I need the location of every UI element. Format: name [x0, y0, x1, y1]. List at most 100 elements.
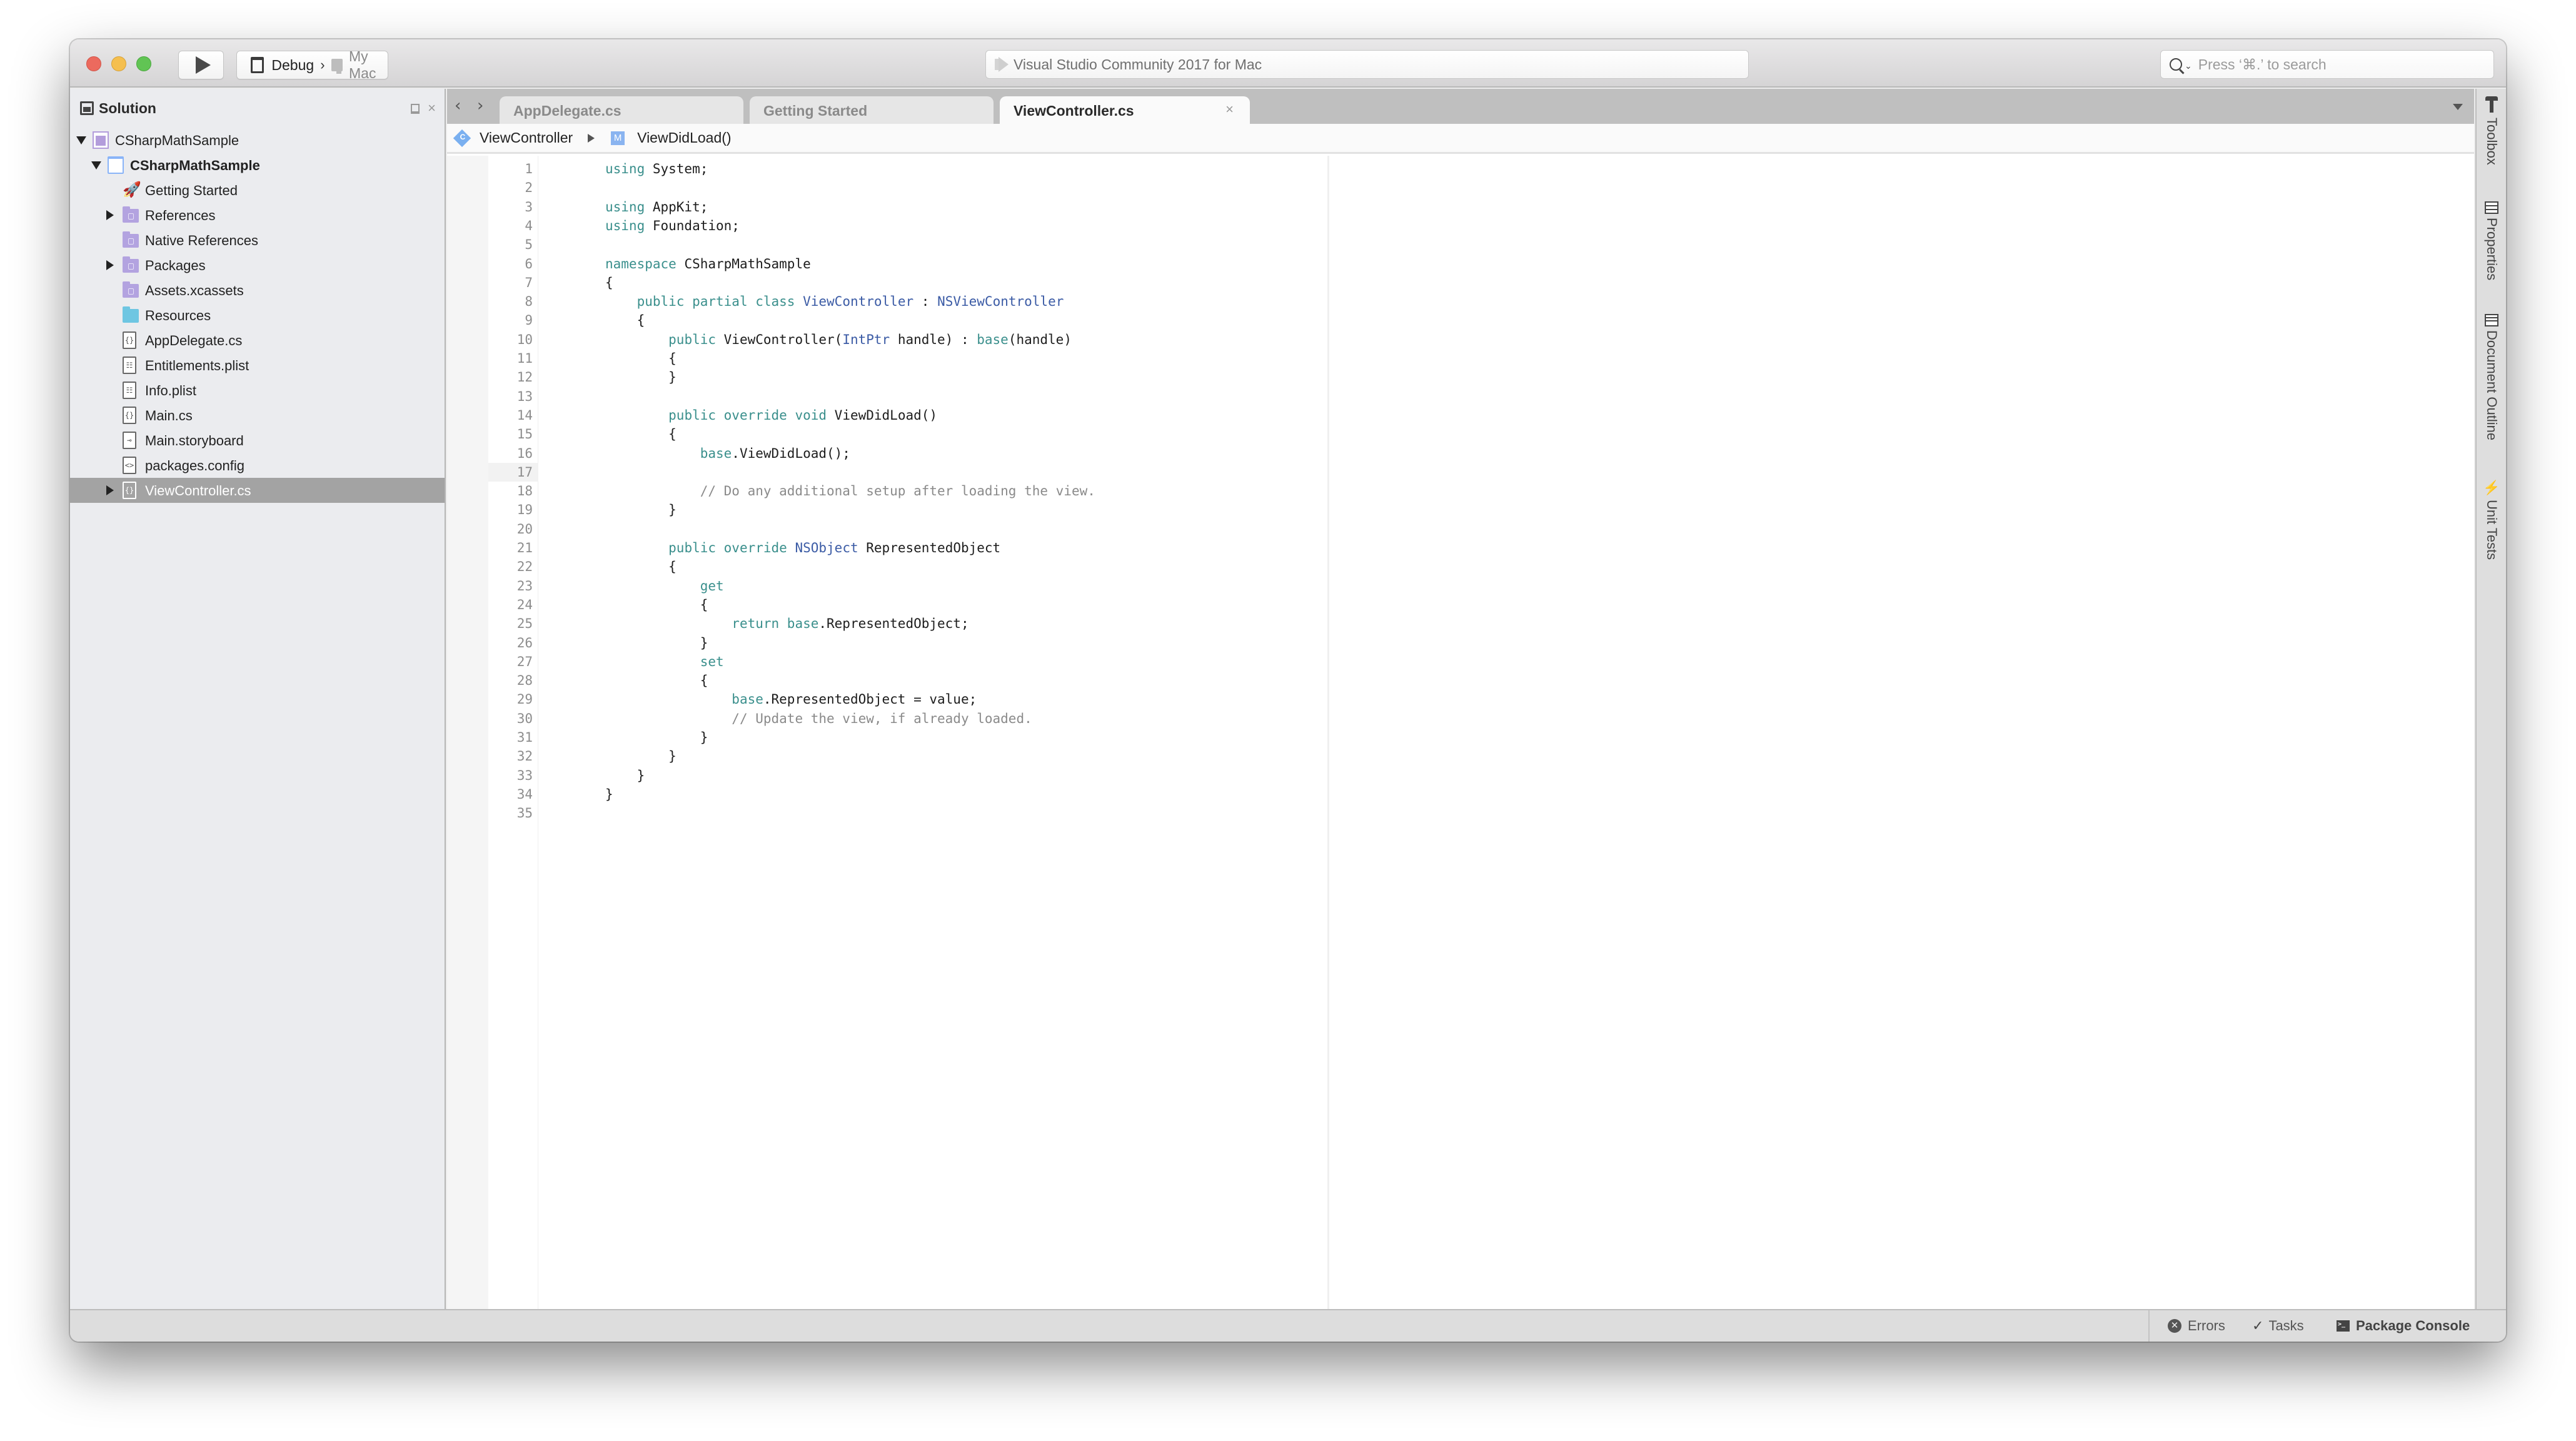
code-line: }: [605, 368, 677, 387]
code-token: {: [605, 559, 677, 575]
pad-tab-properties[interactable]: Properties: [2480, 201, 2503, 280]
tree-item[interactable]: CSharpMathSample: [70, 153, 445, 178]
navigate-back-button[interactable]: ‹: [455, 96, 461, 115]
disclosure-closed-icon[interactable]: [106, 260, 114, 270]
pad-tab-toolbox[interactable]: Toolbox: [2480, 96, 2503, 165]
code-token: get: [700, 578, 724, 594]
navigate-forward-button[interactable]: ›: [477, 96, 483, 115]
tree-item[interactable]: ☷ Entitlements.plist: [70, 353, 445, 378]
code-line: public ViewController(IntPtr handle) : b…: [605, 330, 1072, 349]
tree-item[interactable]: Native References: [70, 228, 445, 253]
breadcrumb-class[interactable]: ViewController: [480, 129, 573, 146]
minimize-window-button[interactable]: [111, 56, 126, 71]
code-line: public override void ViewDidLoad(): [605, 406, 937, 425]
tree-item[interactable]: 🚀 Getting Started: [70, 178, 445, 203]
disclosure-closed-icon[interactable]: [106, 210, 114, 220]
tree-item[interactable]: References: [70, 203, 445, 228]
close-window-button[interactable]: [86, 56, 101, 71]
tab-viewcontroller[interactable]: ViewController.cs ×: [1000, 96, 1250, 124]
tab-overflow-dropdown-icon[interactable]: [2453, 104, 2463, 110]
code-token: base: [700, 445, 732, 461]
close-tab-button[interactable]: ×: [1225, 101, 1234, 118]
errors-label: Errors: [2188, 1318, 2225, 1333]
tab-getting-started[interactable]: Getting Started: [750, 96, 994, 124]
tree-item-label: CSharpMathSample: [130, 158, 260, 173]
tree-item[interactable]: Packages: [70, 253, 445, 278]
code-token: (handle): [1008, 331, 1072, 347]
csharp-file-icon: {}: [123, 331, 136, 349]
search-input[interactable]: [2198, 56, 2473, 73]
solution-pad: Solution × CSharpMathSample CSharpMathSam…: [70, 89, 446, 1309]
properties-icon: [2485, 201, 2498, 214]
tree-item[interactable]: <> packages.config: [70, 453, 445, 478]
tree-item-label: Entitlements.plist: [145, 358, 249, 373]
code-token: ViewController(: [716, 331, 843, 347]
errors-button[interactable]: ✕ Errors: [2168, 1318, 2225, 1334]
tasks-button[interactable]: ✓ Tasks: [2252, 1318, 2304, 1334]
pad-tab-document-outline[interactable]: Document Outline: [2480, 314, 2503, 440]
editor-area: ‹ › AppDelegate.cs Getting Started ViewC…: [447, 89, 2474, 1309]
tree-item-label: CSharpMathSample: [115, 133, 239, 148]
code-token: NSObject: [795, 540, 858, 555]
method-icon: M: [611, 131, 625, 145]
disclosure-open-icon[interactable]: [76, 136, 86, 144]
tree-item[interactable]: Assets.xcassets: [70, 278, 445, 303]
code-token: {: [605, 427, 677, 442]
close-pad-button[interactable]: ×: [428, 100, 436, 116]
folder-references-icon: [123, 206, 139, 223]
tree-item[interactable]: ⊸ Main.storyboard: [70, 428, 445, 453]
configuration-selector[interactable]: Debug › My Mac: [236, 48, 388, 81]
code-line: {: [605, 425, 677, 443]
configuration-icon: [251, 57, 264, 73]
tab-label: AppDelegate.cs: [513, 103, 621, 119]
code-line: }: [605, 785, 613, 804]
breadcrumb-method[interactable]: ViewDidLoad(): [637, 129, 731, 146]
zoom-window-button[interactable]: [136, 56, 151, 71]
code-line: // Do any additional setup after loading…: [605, 482, 1095, 500]
code-token: public: [668, 331, 717, 347]
code-token: .ViewDidLoad();: [732, 445, 850, 461]
package-console-button[interactable]: >_ Package Console: [2337, 1318, 2470, 1334]
status-divider: [2148, 1310, 2150, 1342]
tree-item[interactable]: {} AppDelegate.cs: [70, 328, 445, 353]
code-line: get: [605, 577, 724, 595]
code-token: }: [605, 786, 613, 802]
code-line: {: [605, 349, 677, 368]
tree-item-label: ViewController.cs: [145, 483, 251, 498]
tree-item[interactable]: CSharpMathSample: [70, 128, 445, 153]
code-line: using Foundation;: [605, 216, 740, 235]
code-text-area[interactable]: using System; using AppKit; using Foundati…: [447, 156, 2504, 1309]
tab-appdelegate[interactable]: AppDelegate.cs: [500, 96, 743, 124]
search-options-chevron-icon[interactable]: ⌄: [2185, 61, 2192, 71]
disclosure-open-icon[interactable]: [91, 161, 101, 169]
code-token: }: [605, 767, 645, 783]
search-box[interactable]: ⌄: [2160, 50, 2494, 79]
tree-item[interactable]: {} ViewController.cs: [70, 478, 445, 503]
tab-label: ViewController.cs: [1014, 103, 1134, 119]
tab-label: Getting Started: [763, 103, 868, 119]
error-icon: ✕: [2168, 1319, 2181, 1333]
status-text: Visual Studio Community 2017 for Mac: [1014, 56, 1262, 73]
tree-item[interactable]: {} Main.cs: [70, 403, 445, 428]
tree-item-label: packages.config: [145, 458, 244, 473]
tree-item-label: Native References: [145, 233, 258, 248]
pad-tab-unit-tests[interactable]: ⚡ Unit Tests: [2480, 480, 2503, 560]
status-display: Visual Studio Community 2017 for Mac: [985, 50, 1749, 79]
plist-file-icon: ☷: [123, 382, 136, 399]
dock-pad-button[interactable]: [411, 104, 420, 114]
solution-tree: CSharpMathSample CSharpMathSample 🚀 Getting…: [70, 128, 445, 503]
code-token: {: [605, 597, 708, 612]
disclosure-closed-icon[interactable]: [106, 485, 114, 495]
folder-assets-icon: [123, 281, 139, 298]
tree-item-label: Resources: [145, 308, 211, 323]
visual-studio-logo-icon: [994, 57, 1010, 72]
code-token: base: [732, 692, 763, 707]
code-line: using AppKit;: [605, 198, 708, 216]
tree-item[interactable]: ☷ Info.plist: [70, 378, 445, 403]
run-button[interactable]: [178, 51, 224, 79]
tree-item[interactable]: Resources: [70, 303, 445, 328]
code-line: {: [605, 595, 708, 614]
